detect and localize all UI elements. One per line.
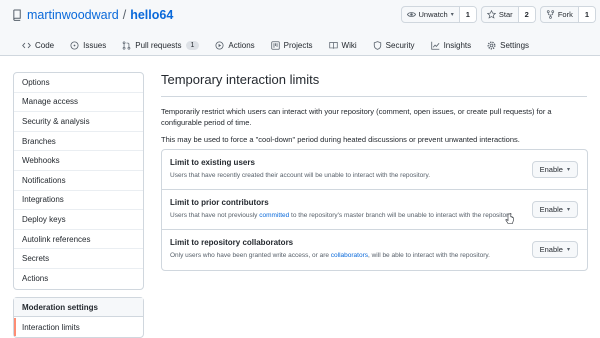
limit-row-existing-users: Limit to existing users Users that have … (162, 150, 587, 190)
page-description: Temporarily restrict which users can int… (161, 107, 552, 127)
limit-description-text: Only users who have been granted write a… (170, 252, 331, 259)
chevron-down-icon: ▾ (566, 247, 570, 253)
repo-icon (12, 9, 23, 21)
page-title: Temporary interaction limits (161, 72, 587, 97)
sidebar-item-interaction-limits[interactable]: Interaction limits (14, 317, 143, 337)
limit-row-prior-contributors: Limit to prior contributors Users that h… (162, 190, 587, 230)
enable-label: Enable (539, 165, 563, 174)
unwatch-label: Unwatch (418, 10, 448, 19)
fork-count[interactable]: 1 (577, 7, 595, 22)
tab-settings-label: Settings (500, 40, 530, 50)
sidebar-item-secrets[interactable]: Secrets (14, 249, 143, 269)
repo-tabs: Code Issues Pull requests 1 Actions Proj… (14, 34, 537, 56)
tab-pull-requests[interactable]: Pull requests 1 (114, 34, 207, 56)
tab-actions-label: Actions (228, 40, 255, 50)
play-icon (215, 40, 224, 50)
tab-security-label: Security (385, 40, 415, 50)
chevron-down-icon: ▾ (450, 12, 454, 18)
limit-description-text: Users that have recently created their a… (170, 172, 431, 179)
sidebar-item-webhooks[interactable]: Webhooks (14, 151, 143, 171)
limit-title: Limit to repository collaborators (170, 238, 294, 247)
fork-button[interactable]: Fork 1 (539, 6, 596, 23)
watch-count[interactable]: 1 (458, 7, 476, 22)
unwatch-button[interactable]: Unwatch ▾ 1 (400, 6, 477, 23)
tab-wiki-label: Wiki (341, 40, 357, 50)
unwatch-main: Unwatch ▾ (402, 7, 459, 22)
limit-row-collaborators: Limit to repository collaborators Only u… (162, 230, 587, 270)
star-count[interactable]: 2 (517, 7, 535, 22)
tab-projects-label: Projects (283, 40, 313, 50)
enable-existing-users-button[interactable]: Enable ▾ (531, 161, 578, 178)
tab-code-label: Code (35, 40, 55, 50)
mouse-cursor-icon (505, 213, 515, 225)
star-icon (486, 10, 496, 19)
collaborators-link[interactable]: collaborators (331, 252, 368, 259)
sidebar-item-options[interactable]: Options (14, 73, 143, 93)
tab-security[interactable]: Security (365, 34, 423, 56)
tab-insights[interactable]: Insights (423, 34, 480, 56)
enable-prior-contributors-button[interactable]: Enable ▾ (531, 201, 578, 218)
tab-issues[interactable]: Issues (62, 34, 114, 56)
sidebar-item-notifications[interactable]: Notifications (14, 171, 143, 191)
tab-pull-requests-label: Pull requests (135, 40, 182, 50)
repo-separator: / (122, 8, 127, 22)
limit-title: Limit to prior contributors (170, 198, 269, 207)
limit-description: Users that have not previously committed… (170, 212, 513, 219)
pull-request-icon (122, 40, 131, 50)
settings-sidebar: Options Manage access Security & analysi… (13, 72, 144, 290)
repo-header: martinwoodward / hello64 Unwatch ▾ 1 Sta… (0, 0, 600, 56)
graph-icon (430, 41, 440, 50)
interaction-limits-list: Limit to existing users Users that have … (161, 149, 588, 271)
sidebar-item-manage-access[interactable]: Manage access (14, 93, 143, 113)
repo-title: martinwoodward / hello64 (12, 8, 173, 22)
limit-description: Only users who have been granted write a… (170, 252, 490, 259)
sidebar-item-security-analysis[interactable]: Security & analysis (14, 112, 143, 132)
limit-description-text: Users that have not previously (170, 212, 260, 219)
star-button[interactable]: Star 2 (480, 6, 536, 23)
project-icon (270, 40, 280, 50)
fork-label: Fork (557, 10, 573, 19)
limit-description-text: , will be able to interact with the repo… (368, 252, 490, 259)
issue-icon (70, 40, 79, 50)
code-icon (22, 41, 31, 50)
sidebar-item-deploy-keys[interactable]: Deploy keys (14, 210, 143, 230)
chevron-down-icon: ▾ (566, 167, 570, 173)
limit-description-text: to the repository's master branch will b… (289, 212, 513, 219)
tab-settings[interactable]: Settings (479, 34, 537, 56)
moderation-settings-header: Moderation settings (14, 298, 143, 317)
sidebar-item-branches[interactable]: Branches (14, 132, 143, 152)
moderation-sidebar: Moderation settings Interaction limits (13, 297, 144, 338)
chevron-down-icon: ▾ (566, 207, 570, 213)
committed-link[interactable]: committed (259, 212, 289, 219)
tab-insights-label: Insights (443, 40, 472, 50)
page-description-secondary: This may be used to force a "cool-down" … (161, 135, 520, 144)
repo-name-link[interactable]: hello64 (130, 8, 173, 22)
tab-actions[interactable]: Actions (207, 34, 262, 56)
enable-collaborators-button[interactable]: Enable ▾ (531, 241, 578, 258)
tab-issues-label: Issues (83, 40, 107, 50)
tab-code[interactable]: Code (14, 34, 62, 56)
star-main: Star (482, 7, 518, 22)
tab-projects[interactable]: Projects (263, 34, 321, 56)
sidebar-item-actions[interactable]: Actions (14, 269, 143, 289)
gear-icon (487, 41, 496, 50)
repo-owner-link[interactable]: martinwoodward (27, 8, 119, 22)
enable-label: Enable (539, 245, 563, 254)
fork-main: Fork (541, 7, 578, 22)
repo-actions: Unwatch ▾ 1 Star 2 Fork 1 (400, 6, 596, 23)
tab-wiki[interactable]: Wiki (321, 34, 365, 56)
main-content: Temporary interaction limits Temporarily… (161, 72, 588, 271)
sidebar-item-autolink-references[interactable]: Autolink references (14, 230, 143, 250)
fork-icon (546, 10, 555, 19)
shield-icon (373, 40, 382, 50)
limit-description: Users that have recently created their a… (170, 172, 430, 179)
star-label: Star (498, 10, 513, 19)
eye-icon (406, 10, 416, 19)
sidebar-item-integrations[interactable]: Integrations (14, 191, 143, 211)
enable-label: Enable (539, 205, 563, 214)
limit-title: Limit to existing users (170, 158, 255, 167)
book-icon (328, 41, 338, 50)
pull-requests-count: 1 (185, 40, 200, 50)
